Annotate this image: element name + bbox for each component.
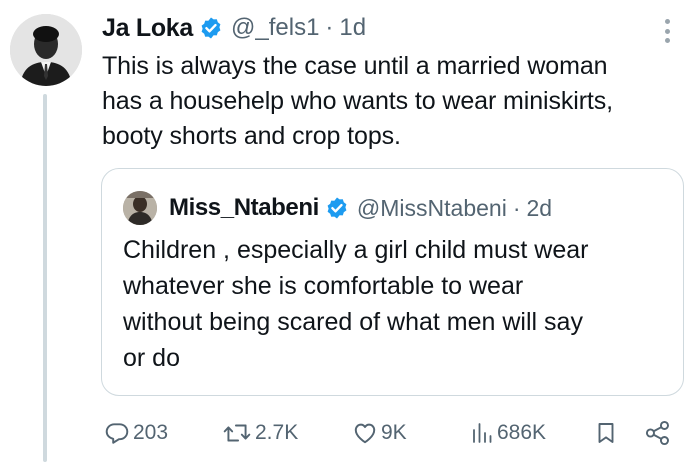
retweet-count: 2.7K xyxy=(255,421,299,444)
quoted-tweet-time[interactable]: 2d xyxy=(527,195,553,222)
reply-button[interactable]: 203 xyxy=(104,420,168,446)
share-icon xyxy=(644,420,672,446)
like-icon xyxy=(352,420,378,446)
more-icon[interactable] xyxy=(655,16,679,46)
action-bar: 203 2.7K 9K 686K xyxy=(100,416,680,452)
verified-icon xyxy=(199,16,223,40)
tweet-text: This is always the case until a married … xyxy=(102,52,614,150)
retweet-button[interactable]: 2.7K xyxy=(222,420,298,446)
like-button[interactable]: 9K xyxy=(352,420,407,446)
tweet-time[interactable]: 1d xyxy=(339,14,366,42)
quoted-header: Miss_Ntabeni @MissNtabeni · 2d xyxy=(169,191,552,225)
meta-separator: · xyxy=(325,14,334,41)
tweet-header: Ja Loka @_fels1 · 1d xyxy=(102,13,366,43)
author-name[interactable]: Ja Loka xyxy=(102,14,193,43)
bookmark-button[interactable] xyxy=(594,420,618,446)
quoted-author-name[interactable]: Miss_Ntabeni xyxy=(169,194,319,222)
avatar[interactable] xyxy=(10,14,82,86)
reply-count: 203 xyxy=(133,421,169,444)
quoted-tweet-text: Children , especially a girl child must … xyxy=(123,236,589,372)
like-count: 9K xyxy=(381,421,407,444)
thread-line xyxy=(43,94,47,462)
share-button[interactable] xyxy=(644,420,672,446)
author-handle[interactable]: @_fels1 xyxy=(231,14,319,42)
quoted-author-handle[interactable]: @MissNtabeni xyxy=(357,195,507,222)
retweet-icon xyxy=(222,420,252,446)
reply-icon xyxy=(104,420,130,446)
quoted-avatar xyxy=(123,191,157,225)
quoted-tweet[interactable]: Miss_Ntabeni @MissNtabeni · 2d Children … xyxy=(101,168,684,396)
quoted-meta-separator: · xyxy=(512,194,521,221)
verified-icon xyxy=(325,196,349,220)
views-icon xyxy=(470,420,494,446)
views-count: 686K xyxy=(497,421,547,444)
views-button[interactable]: 686K xyxy=(470,420,546,446)
bookmark-icon xyxy=(594,420,618,446)
